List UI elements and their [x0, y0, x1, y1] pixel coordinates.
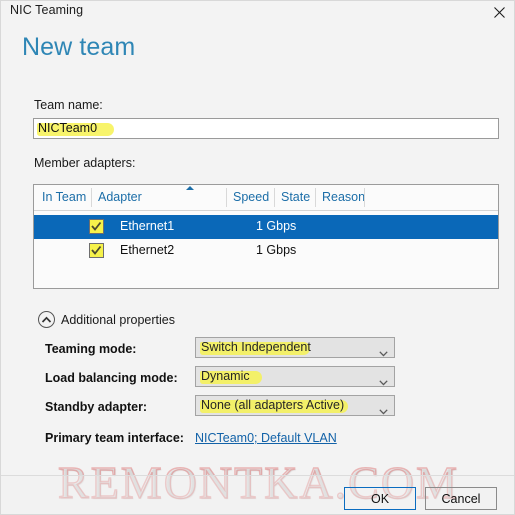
chevron-down-icon [379, 344, 388, 362]
column-divider[interactable] [364, 188, 365, 207]
chevron-down-icon [379, 402, 388, 420]
standby-adapter-label: Standby adapter: [45, 400, 148, 414]
additional-properties-label: Additional properties [61, 313, 175, 327]
team-name-input[interactable]: NICTeam0 [33, 118, 499, 139]
column-divider[interactable] [91, 188, 92, 207]
table-row[interactable]: Ethernet2 1 Gbps [34, 239, 498, 263]
table-row[interactable]: Ethernet1 1 Gbps [34, 215, 498, 239]
cell-adapter: Ethernet2 [120, 243, 175, 257]
column-header-reason[interactable]: Reason [322, 190, 365, 204]
chevron-up-circle-icon [41, 311, 52, 329]
column-header-state[interactable]: State [281, 190, 310, 204]
chevron-down-icon [379, 373, 388, 391]
close-button[interactable] [482, 1, 514, 23]
window-title: NIC Teaming [10, 3, 84, 17]
in-team-checkbox[interactable] [89, 219, 104, 234]
column-divider[interactable] [315, 188, 316, 207]
member-adapters-table: In Team Adapter Speed State Reason Ether… [33, 184, 499, 289]
column-header-in-team[interactable]: In Team [42, 190, 86, 204]
team-name-label: Team name: [34, 98, 103, 112]
standby-adapter-dropdown[interactable]: None (all adapters Active) [195, 395, 395, 416]
load-balancing-mode-dropdown[interactable]: Dynamic [195, 366, 395, 387]
cell-adapter: Ethernet1 [120, 219, 175, 233]
cancel-button[interactable]: Cancel [425, 487, 497, 510]
table-header-row: In Team Adapter Speed State Reason [34, 185, 498, 211]
title-bar: NIC Teaming [1, 1, 514, 27]
in-team-checkbox[interactable] [89, 243, 104, 258]
member-adapters-label: Member adapters: [34, 156, 136, 170]
cell-speed: 1 Gbps [256, 219, 297, 233]
column-header-speed[interactable]: Speed [233, 190, 269, 204]
cell-speed: 1 Gbps [256, 243, 297, 257]
primary-team-interface-link[interactable]: NICTeam0; Default VLAN [195, 431, 337, 445]
load-balancing-mode-value: Dynamic [201, 369, 250, 383]
sort-ascending-icon [186, 186, 194, 190]
column-header-adapter[interactable]: Adapter [98, 190, 142, 204]
teaming-mode-dropdown[interactable]: Switch Independent [195, 337, 395, 358]
additional-properties-toggle[interactable] [38, 311, 55, 328]
close-icon [493, 6, 505, 18]
team-name-value: NICTeam0 [38, 121, 98, 135]
ok-button[interactable]: OK [344, 487, 416, 510]
load-balancing-mode-label: Load balancing mode: [45, 371, 178, 385]
column-divider[interactable] [274, 188, 275, 207]
teaming-mode-label: Teaming mode: [45, 342, 137, 356]
column-divider[interactable] [226, 188, 227, 207]
teaming-mode-value: Switch Independent [201, 340, 311, 354]
primary-team-interface-label: Primary team interface: [45, 431, 184, 445]
footer-bar: OK Cancel [1, 476, 514, 514]
standby-adapter-value: None (all adapters Active) [201, 398, 345, 412]
page-title: New team [22, 33, 136, 61]
nic-teaming-dialog: NIC Teaming New team Team name: NICTeam0… [0, 0, 515, 515]
